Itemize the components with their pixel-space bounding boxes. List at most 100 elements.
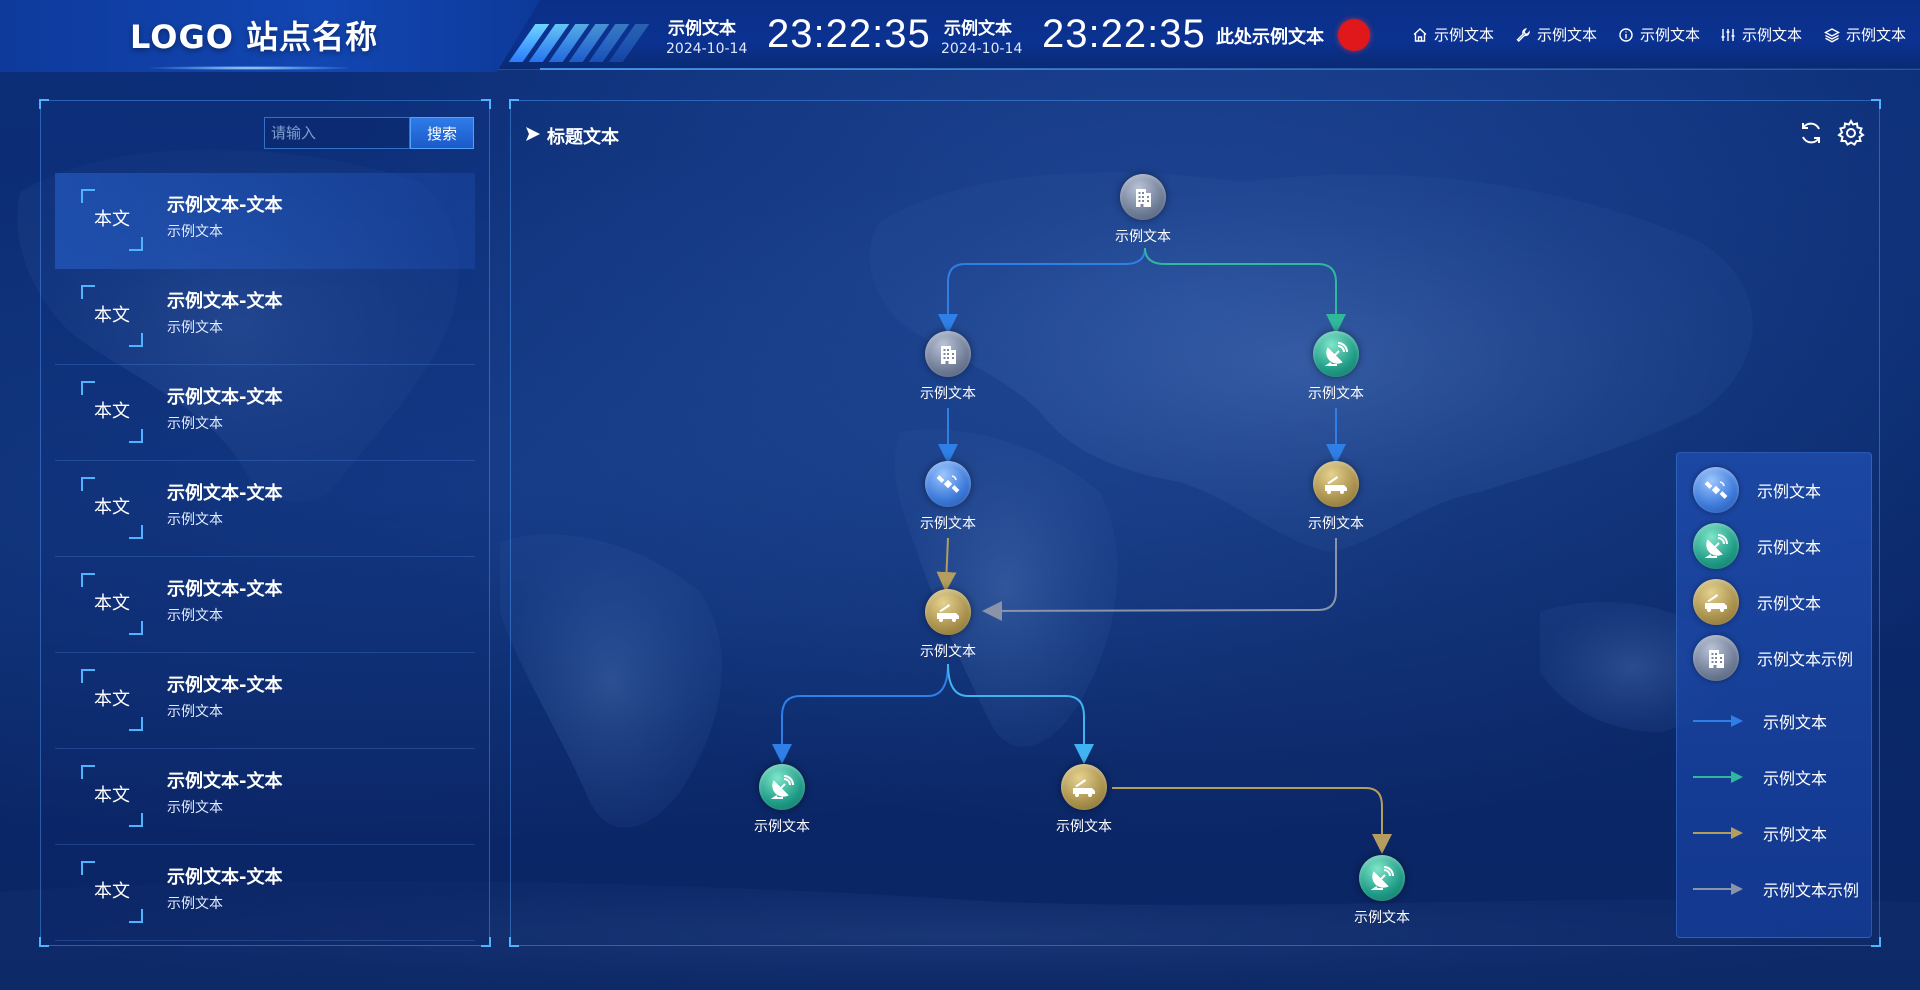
flow-node[interactable]: 示例文本 [732, 764, 832, 836]
nav-label: 示例文本 [1640, 26, 1701, 44]
legend-item: 示例文本 [1693, 765, 1827, 789]
legend-item: 示例文本 [1693, 523, 1821, 569]
legend-label: 示例文本 [1757, 538, 1822, 557]
satellite-dish-icon [1704, 534, 1728, 558]
send-arrow-icon [526, 127, 540, 141]
home-icon [1413, 27, 1427, 42]
radar-truck-icon [937, 604, 959, 622]
list-item[interactable]: 本文 示例文本-文本 示例文本 [55, 845, 475, 941]
legend-swatch [1693, 523, 1739, 569]
legend-label: 示例文本 [1763, 825, 1828, 844]
radar-truck-icon [1073, 779, 1095, 797]
refresh-icon[interactable] [1797, 119, 1825, 147]
flow-node[interactable]: 示例文本 [898, 589, 998, 661]
header-divider [540, 68, 1920, 70]
node-label: 示例文本 [1115, 229, 1171, 245]
search-input[interactable] [264, 117, 410, 149]
list-item[interactable]: 本文 示例文本-文本 示例文本 [55, 749, 475, 845]
item-subtitle: 示例文本 [167, 416, 223, 432]
node-icon [925, 331, 971, 377]
list-item[interactable]: 本文 示例文本-文本 示例文本 [55, 557, 475, 653]
search-button[interactable]: 搜索 [410, 117, 474, 149]
nav-item-home[interactable]: 示例文本 [1412, 24, 1494, 45]
legend-item: 示例文本 [1693, 467, 1821, 513]
flow-node[interactable]: 示例文本 [898, 461, 998, 533]
list-item[interactable]: 本文 示例文本-文本 示例文本 [55, 365, 475, 461]
legend-swatch [1693, 467, 1739, 513]
header: LOGO 站点名称 示例文本 2024-10-14 23:22:35 示例文本 … [0, 0, 1920, 72]
node-label: 示例文本 [754, 819, 810, 835]
gear-icon[interactable] [1837, 119, 1865, 147]
legend-panel: 示例文本 示例文本 示例文本 示例文本示例 示例文本 示例文本 示例文本 示例文… [1676, 452, 1872, 938]
item-badge: 本文 [81, 765, 143, 827]
legend-label: 示例文本 [1757, 482, 1822, 501]
site-title[interactable]: LOGO 站点名称 [130, 12, 378, 58]
nav-label: 示例文本 [1537, 26, 1598, 44]
item-subtitle: 示例文本 [167, 608, 223, 624]
legend-item: 示例文本示例 [1693, 877, 1859, 901]
item-badge: 本文 [81, 285, 143, 347]
decorative-stripes [508, 24, 652, 62]
nav-item-settings[interactable]: 示例文本 [1720, 24, 1802, 45]
search-bar: 搜索 [264, 117, 474, 149]
item-badge: 本文 [81, 669, 143, 731]
flow-node[interactable]: 示例文本 [1034, 764, 1134, 836]
nav-item-tools[interactable]: 示例文本 [1515, 24, 1597, 45]
building-icon [1709, 650, 1724, 668]
item-subtitle: 示例文本 [167, 704, 223, 720]
node-label: 示例文本 [1308, 386, 1364, 402]
nav-label: 示例文本 [1434, 26, 1495, 44]
flow-node[interactable]: 示例文本 [1286, 461, 1386, 533]
legend-swatch [1693, 579, 1739, 625]
node-label: 示例文本 [1308, 516, 1364, 532]
node-icon [1313, 331, 1359, 377]
node-label: 示例文本 [920, 386, 976, 402]
legend-label: 示例文本示例 [1757, 650, 1854, 669]
clock-date-1: 2024-10-14 [666, 41, 748, 57]
nav-item-layers[interactable]: 示例文本 [1824, 24, 1906, 45]
flow-node[interactable]: 示例文本 [1286, 331, 1386, 403]
list-item[interactable]: 本文 示例文本-文本 示例文本 [55, 461, 475, 557]
info-icon [1619, 27, 1633, 42]
legend-item: 示例文本 [1693, 579, 1821, 625]
blue-arrow-icon [1693, 715, 1743, 727]
flow-node[interactable]: 示例文本 [1332, 855, 1432, 927]
legend-item: 示例文本示例 [1693, 635, 1853, 681]
list-item[interactable]: 本文 示例文本-文本 示例文本 [55, 269, 475, 365]
clock-time-2: 23:22:35 [1042, 12, 1206, 56]
item-badge: 本文 [81, 861, 143, 923]
item-subtitle: 示例文本 [167, 800, 223, 816]
item-badge: 本文 [81, 477, 143, 539]
nav-item-info[interactable]: 示例文本 [1618, 24, 1700, 45]
layers-icon [1824, 27, 1840, 43]
radar-truck-icon [1325, 476, 1347, 494]
node-icon [925, 461, 971, 507]
sliders-icon [1721, 28, 1735, 41]
node-icon [1120, 174, 1166, 220]
node-label: 示例文本 [1056, 819, 1112, 835]
legend-label: 示例文本 [1763, 713, 1828, 732]
item-title: 示例文本-文本 [167, 867, 283, 888]
list-item[interactable]: 本文 示例文本-文本 示例文本 [55, 173, 475, 269]
flow-node[interactable]: 示例文本 [898, 331, 998, 403]
panel-corner [1871, 99, 1881, 109]
node-label: 示例文本 [1354, 910, 1410, 926]
flow-node[interactable]: 示例文本 [1093, 174, 1193, 246]
wrench-icon [1516, 27, 1531, 42]
item-title: 示例文本-文本 [167, 195, 283, 216]
radar-truck-icon [1705, 594, 1727, 612]
clock-date-2: 2024-10-14 [941, 41, 1023, 57]
gray-arrow-icon [1693, 883, 1743, 895]
node-label: 示例文本 [920, 516, 976, 532]
list-item[interactable]: 本文 示例文本-文本 示例文本 [55, 653, 475, 749]
item-title: 示例文本-文本 [167, 291, 283, 312]
left-panel: 搜索 本文 示例文本-文本 示例文本 本文 示例文本-文本 示例文本 本文 示例… [39, 99, 491, 947]
node-icon [1359, 855, 1405, 901]
main-panel: 标题文本 [509, 99, 1881, 947]
legend-label: 示例文本 [1763, 769, 1828, 788]
building-icon [1136, 189, 1151, 207]
item-subtitle: 示例文本 [167, 320, 223, 336]
logo-glow [150, 66, 350, 70]
item-subtitle: 示例文本 [167, 896, 223, 912]
panel-corner [481, 937, 491, 947]
